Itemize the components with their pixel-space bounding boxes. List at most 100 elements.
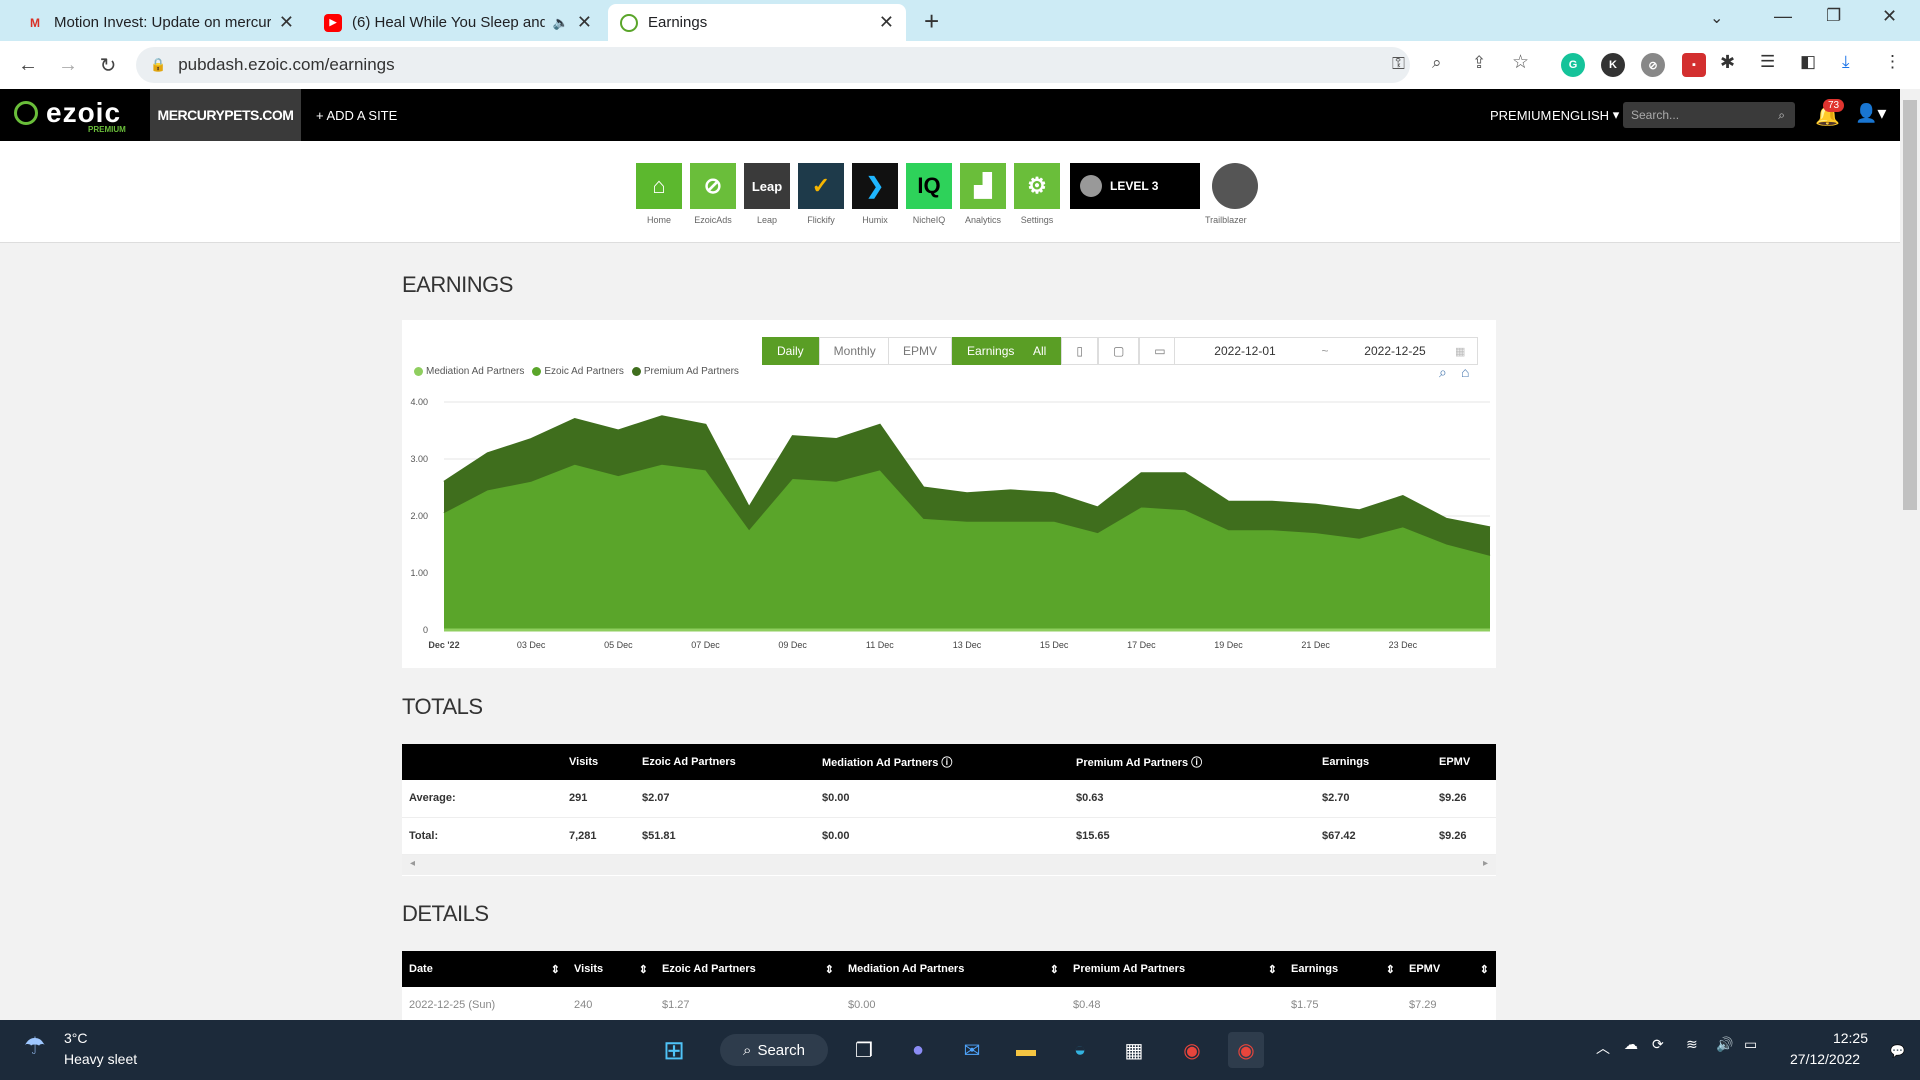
level-badge[interactable]: LEVEL 3 (1070, 163, 1200, 209)
app-leap[interactable]: Leap Leap (744, 163, 790, 225)
edge-icon[interactable]: ◒ (1062, 1032, 1098, 1068)
sortable-header[interactable]: Earnings ⇕ (1284, 951, 1402, 987)
help-icon: ⓘ (941, 757, 953, 769)
clock-date[interactable]: 27/12/2022 (1790, 1051, 1860, 1067)
horizontal-scrollbar[interactable]: ◂ ▸ (402, 854, 1496, 875)
daily-button[interactable]: Daily (762, 337, 819, 365)
chrome-icon[interactable]: ◉ (1174, 1032, 1210, 1068)
restore-icon[interactable]: ❐ (1826, 6, 1841, 26)
minimize-icon[interactable]: — (1774, 6, 1792, 27)
zoom-icon[interactable]: ⌕ (1432, 53, 1442, 73)
level-text: LEVEL 3 (1110, 179, 1159, 193)
media-icon[interactable]: ☰ (1760, 52, 1775, 72)
share-icon[interactable]: ⇪ (1472, 53, 1486, 73)
chrome-active-icon[interactable]: ◉ (1228, 1032, 1264, 1068)
address-bar[interactable]: 🔒 pubdash.ezoic.com/earnings (136, 47, 1410, 83)
ezoic-extension-icon[interactable]: ⊘ (1641, 53, 1665, 77)
close-icon[interactable]: ✕ (279, 12, 294, 33)
weather-icon[interactable]: ☂ (24, 1032, 46, 1061)
notification-center-icon[interactable]: 💬 (1890, 1044, 1905, 1058)
sortable-header[interactable]: Premium Ad Partners ⇕ (1066, 951, 1284, 987)
battery-icon[interactable]: ▭ (1744, 1036, 1757, 1053)
monthly-button[interactable]: Monthly (818, 337, 891, 365)
add-site-link[interactable]: + ADD A SITE (316, 89, 397, 141)
all-devices-button[interactable]: All (1018, 337, 1062, 365)
app-analytics[interactable]: ▟ Analytics (960, 163, 1006, 225)
app-ezoicads[interactable]: ⊘ EzoicAds (690, 163, 736, 225)
zoom-in-icon[interactable]: ⌕ (1439, 364, 1447, 381)
download-icon[interactable]: ⤓ (1842, 52, 1850, 72)
chat-icon[interactable]: ● (900, 1032, 936, 1068)
trailblazer-icon[interactable] (1212, 163, 1258, 209)
key-icon[interactable]: ⚿ (1392, 54, 1405, 74)
bookmark-star-icon[interactable]: ☆ (1512, 51, 1529, 74)
premium-link[interactable]: PREMIUM (1490, 89, 1551, 141)
sidepanel-icon[interactable]: ◧ (1800, 52, 1816, 72)
speaker-icon[interactable]: 🔈 (553, 15, 569, 31)
reload-icon[interactable]: ↻ (94, 51, 122, 79)
app-nicheiq[interactable]: IQ NicheIQ (906, 163, 952, 225)
tab-search-icon[interactable]: ⌄ (1710, 8, 1723, 28)
home-reset-icon[interactable]: ⌂ (1461, 364, 1469, 380)
taskbar-search-button[interactable]: ⌕ Search (720, 1034, 828, 1066)
close-icon[interactable]: ✕ (879, 12, 894, 33)
sortable-header[interactable]: Date ⇕ (402, 951, 567, 987)
legend-item[interactable]: Premium Ad Partners (644, 366, 739, 377)
k-extension-icon[interactable]: K (1601, 53, 1625, 77)
x-tick-label: 17 Dec (1127, 640, 1156, 650)
sortable-header[interactable]: EPMV ⇕ (1402, 951, 1496, 987)
app-settings[interactable]: ⚙ Settings (1014, 163, 1060, 225)
sync-icon[interactable]: ⟳ (1652, 1036, 1664, 1053)
tablet-icon[interactable]: ▢ (1097, 337, 1140, 365)
mobile-icon[interactable]: ▯ (1061, 337, 1098, 365)
search-input[interactable]: Search... ⌕ (1623, 102, 1795, 128)
sortable-header[interactable]: Mediation Ad Partners ⇕ (841, 951, 1066, 987)
extension-badge-icon[interactable]: ▪ (1682, 53, 1706, 77)
tab-title: Motion Invest: Update on mercur (54, 14, 271, 31)
tab-gmail[interactable]: M Motion Invest: Update on mercur ✕ (14, 4, 306, 41)
legend-item[interactable]: Mediation Ad Partners (426, 366, 524, 377)
user-icon[interactable]: 👤▾ (1855, 103, 1886, 124)
weather-temp[interactable]: 3°C (64, 1030, 88, 1046)
sortable-header[interactable]: Ezoic Ad Partners ⇕ (655, 951, 841, 987)
flickify-icon: ✓ (798, 163, 844, 209)
y-tick-label: 0 (423, 625, 428, 635)
app-flickify[interactable]: ✓ Flickify (798, 163, 844, 225)
clock-time[interactable]: 12:25 (1820, 1030, 1868, 1046)
wifi-icon[interactable]: ≋ (1686, 1036, 1698, 1053)
file-explorer-icon[interactable]: ▬ (1008, 1032, 1044, 1068)
humix-icon: ❯ (852, 163, 898, 209)
epmv-button[interactable]: EPMV (888, 337, 953, 365)
menu-icon[interactable]: ⋮ (1884, 52, 1901, 72)
mail-icon[interactable]: ✉ (954, 1032, 990, 1068)
sortable-header[interactable]: Visits ⇕ (567, 951, 655, 987)
onedrive-icon[interactable]: ☁ (1624, 1036, 1638, 1053)
task-view-icon[interactable]: ❐ (846, 1032, 882, 1068)
app-home[interactable]: ⌂ Home (636, 163, 682, 225)
date-range-picker[interactable]: 2022-12-01 ~ 2022-12-25 ▦ (1174, 337, 1478, 365)
language-dropdown[interactable]: ENGLISH ▾ (1552, 89, 1619, 141)
forward-icon[interactable]: → (54, 51, 82, 79)
tray-expand-icon[interactable]: ︿ (1596, 1038, 1610, 1058)
logo-sub: PREMIUM (88, 125, 126, 134)
windows-start-icon[interactable]: ⊞ (656, 1032, 692, 1068)
back-icon[interactable]: ← (14, 51, 42, 79)
app-humix[interactable]: ❯ Humix (852, 163, 898, 225)
scrollbar-thumb[interactable] (1903, 100, 1917, 510)
grammarly-icon[interactable]: G (1561, 53, 1585, 77)
puzzle-icon[interactable]: ✱ (1720, 52, 1735, 73)
tab-youtube[interactable]: ▶ (6) Heal While You Sleep and 🔈 ✕ (312, 4, 604, 41)
scroll-right-icon: ▸ (1482, 857, 1488, 869)
close-icon[interactable]: ✕ (577, 12, 592, 33)
site-selector[interactable]: MERCURYPETS.COM (150, 89, 301, 141)
store-icon[interactable]: ▦ (1116, 1032, 1152, 1068)
legend-item[interactable]: Ezoic Ad Partners (544, 366, 623, 377)
new-tab-icon[interactable]: + (924, 6, 939, 37)
tab-earnings[interactable]: Earnings ✕ (608, 4, 906, 41)
totals-header: Earnings (1315, 744, 1432, 780)
series-area[interactable] (444, 464, 1490, 630)
weather-desc[interactable]: Heavy sleet (64, 1051, 137, 1067)
volume-icon[interactable]: 🔊 (1716, 1036, 1733, 1053)
calendar-icon: ▦ (1455, 345, 1466, 358)
close-window-icon[interactable]: ✕ (1882, 6, 1897, 27)
